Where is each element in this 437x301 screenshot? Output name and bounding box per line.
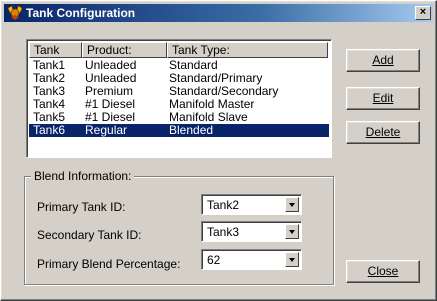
delete-button[interactable]: Delete — [346, 121, 420, 144]
list-rows: Tank1 Unleaded Standard Tank2 Unleaded S… — [29, 59, 329, 137]
blend-percentage-value: 62 — [207, 253, 221, 267]
cell-product: Premium — [85, 85, 134, 98]
column-header-product[interactable]: Product: — [82, 42, 167, 58]
chevron-down-icon[interactable] — [285, 197, 299, 212]
list-row[interactable]: Tank4 #1 Diesel Manifold Master — [29, 98, 329, 111]
primary-tank-value: Tank2 — [207, 198, 240, 212]
list-row[interactable]: Tank5 #1 Diesel Manifold Slave — [29, 111, 329, 124]
cell-tank-type: Standard/Primary — [169, 72, 263, 85]
edit-button-label: Edit — [372, 91, 394, 105]
cell-tank: Tank3 — [33, 85, 66, 98]
cell-tank: Tank6 — [33, 124, 66, 137]
list-row[interactable]: Tank1 Unleaded Standard — [29, 59, 329, 72]
column-header-tank[interactable]: Tank — [29, 42, 82, 58]
close-window-button[interactable]: × — [415, 6, 431, 20]
cell-tank-type: Manifold Slave — [169, 111, 248, 124]
edit-button[interactable]: Edit — [346, 87, 420, 110]
cell-tank: Tank2 — [33, 72, 66, 85]
close-button[interactable]: Close — [346, 260, 420, 283]
secondary-tank-dropdown[interactable]: Tank3 — [201, 221, 302, 242]
list-header: Tank Product: Tank Type: — [29, 42, 329, 58]
cell-tank: Tank1 — [33, 59, 66, 72]
add-button-label: Add — [372, 53, 394, 67]
blend-group-label: Blend Information: — [31, 169, 135, 183]
cell-tank: Tank4 — [33, 98, 66, 111]
list-row-selected[interactable]: Tank6 Regular Blended — [29, 124, 329, 137]
cell-tank: Tank5 — [33, 111, 66, 124]
close-button-label: Close — [367, 264, 399, 278]
list-row[interactable]: Tank3 Premium Standard/Secondary — [29, 85, 329, 98]
cell-product: #1 Diesel — [85, 111, 136, 124]
title-bar[interactable]: Tank Configuration × — [4, 4, 433, 22]
delete-button-label: Delete — [365, 125, 401, 139]
blend-percentage-dropdown[interactable]: 62 — [201, 249, 302, 270]
cell-product: Unleaded — [85, 59, 137, 72]
tank-configuration-dialog: Tank Configuration × Tank Product: Tank … — [0, 0, 437, 301]
secondary-tank-label: Secondary Tank ID: — [37, 228, 142, 242]
cell-tank-type: Standard — [169, 59, 218, 72]
window-title: Tank Configuration — [26, 6, 136, 20]
tank-list[interactable]: Tank Product: Tank Type: Tank1 Unleaded … — [26, 39, 332, 158]
secondary-tank-value: Tank3 — [207, 225, 240, 239]
blend-percentage-label: Primary Blend Percentage: — [37, 257, 181, 271]
cell-product: Regular — [85, 124, 128, 137]
list-row[interactable]: Tank2 Unleaded Standard/Primary — [29, 72, 329, 85]
chevron-down-icon[interactable] — [285, 224, 299, 239]
cell-product: #1 Diesel — [85, 98, 136, 111]
cell-tank-type: Standard/Secondary — [169, 85, 279, 98]
primary-tank-dropdown[interactable]: Tank2 — [201, 194, 302, 215]
primary-tank-label: Primary Tank ID: — [37, 200, 126, 214]
add-button[interactable]: Add — [346, 49, 420, 72]
cell-tank-type: Blended — [169, 124, 214, 137]
column-header-tank-type[interactable]: Tank Type: — [167, 42, 328, 58]
app-icon — [7, 5, 23, 20]
chevron-down-icon[interactable] — [285, 252, 299, 267]
cell-tank-type: Manifold Master — [169, 98, 255, 111]
cell-product: Unleaded — [85, 72, 137, 85]
